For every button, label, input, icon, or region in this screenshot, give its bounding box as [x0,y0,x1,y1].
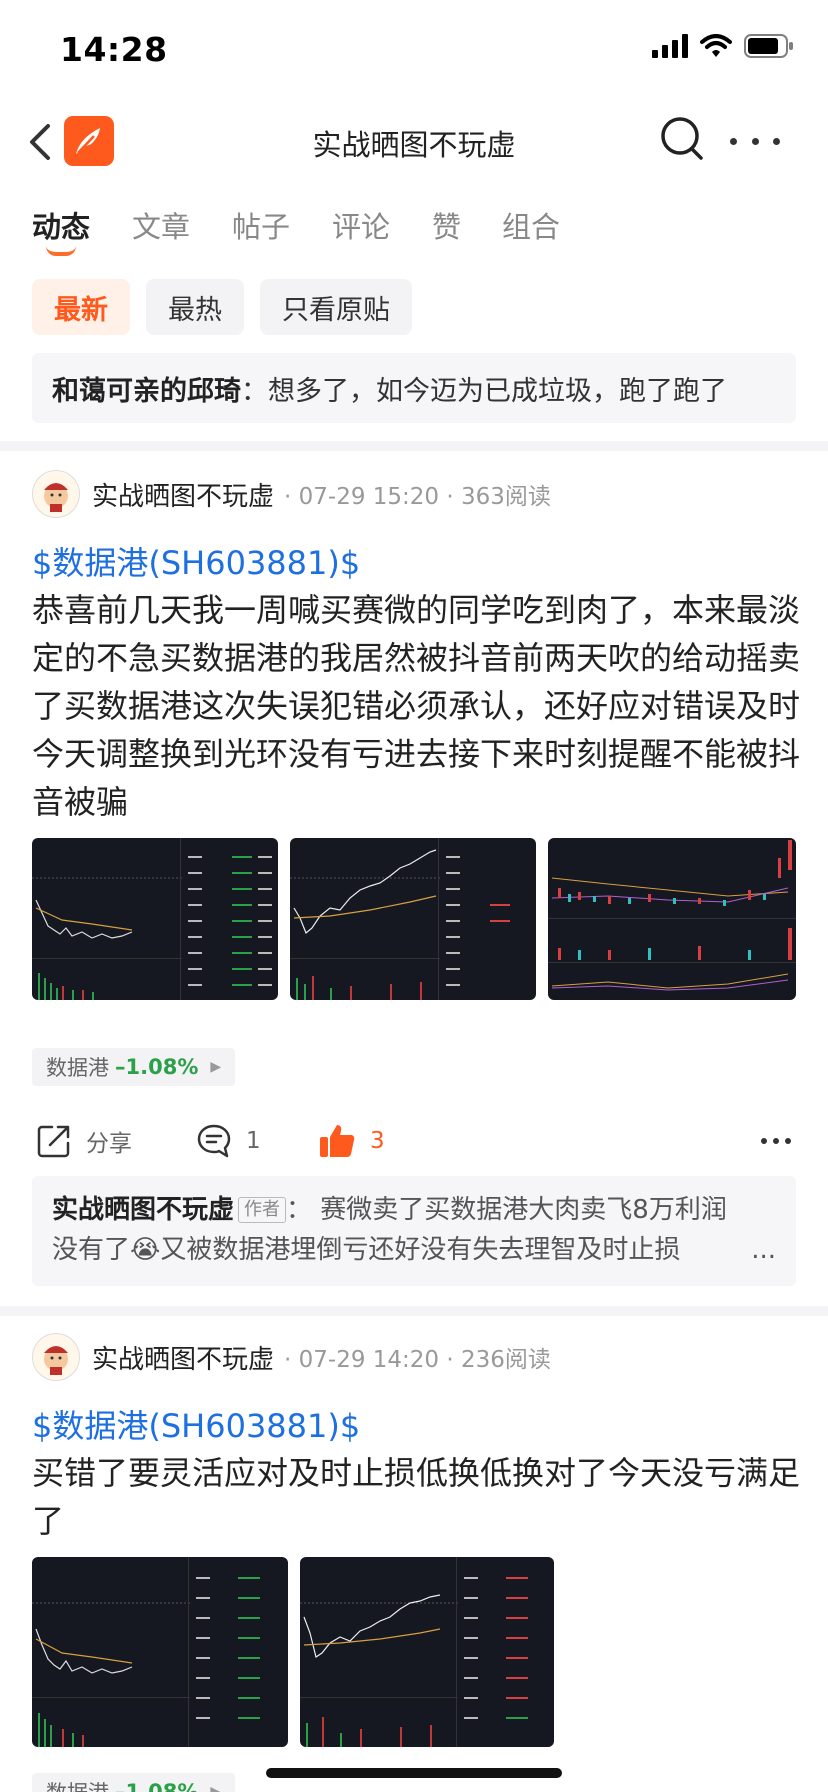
tab-likes[interactable]: 赞 [432,204,461,246]
intraday-chart-image [300,1557,528,1747]
search-icon [661,117,703,160]
stock-change: –1.08% [115,1780,199,1792]
share-button[interactable]: 分享 [36,1116,132,1166]
chart-thumbnail-intraday[interactable] [32,838,278,1000]
wifi-icon [700,34,732,57]
post-actions: 分享 1 3 [0,1116,828,1166]
more-dot-icon [751,137,759,145]
chart-thumbnail-intraday[interactable] [32,1557,288,1747]
stock-name: 数据港 [46,1777,109,1792]
reply-preview[interactable]: 实战晒图不玩虚 作者： 赛微卖了买数据港大肉卖飞8万利润 没有了😭又被数据港埋倒亏… [32,1176,796,1286]
filter-hottest[interactable]: 最热 [146,279,244,335]
search-button[interactable] [658,114,708,164]
thumbs-up-icon [320,1125,355,1157]
filter-bar: 最新 最热 只看原贴 [32,279,412,335]
status-icons [652,34,794,58]
reply-author[interactable]: 实战晒图不玩虚 [52,1195,234,1225]
intraday-chart-image [290,838,510,1000]
nav-bar: 实战晒图不玩虚 [0,96,828,188]
stock-quote-chip[interactable]: 数据港 –1.08% ▶ [32,1773,236,1792]
avatar[interactable] [32,470,80,518]
comment-author[interactable]: 和蔼可亲的邱琦 [52,376,241,407]
triangle-right-icon: ▶ [210,1784,222,1792]
like-button[interactable]: 3 [318,1116,385,1166]
reply-text-2: 没有了😭又被数据港埋倒亏还好没有失去理智及时止损 [52,1235,681,1265]
stock-name: 数据港 [46,1056,109,1080]
tab-articles[interactable]: 文章 [132,204,190,246]
post-card: 实战晒图不玩虚 · 07-29 15:20 · 363阅读 $数据港(SH603… [0,470,828,1290]
chart-thumbnail-kline[interactable] [548,838,796,1000]
more-horizontal-icon [761,1138,791,1144]
battery-icon [744,34,793,58]
reply-line-1: 实战晒图不玩虚 作者： 赛微卖了买数据港大肉卖飞8万利润 [52,1190,776,1230]
tab-posts[interactable]: 帖子 [232,204,290,246]
cellular-signal-icon [652,34,688,58]
avatar-icon [44,1346,68,1375]
post-meta: · 07-29 15:20 · 363阅读 [284,484,551,510]
tab-dynamics[interactable]: 动态 [32,204,90,246]
more-dot-icon [773,137,780,145]
comment-button[interactable]: 1 [196,1116,261,1166]
intraday-chart-image [32,838,272,1000]
chart-thumbnail-intraday-2[interactable] [290,838,536,1000]
author-badge: 作者 [238,1197,287,1223]
post-author[interactable]: 实战晒图不玩虚 [92,476,274,513]
reply-ellipsis: ... [751,1235,776,1265]
filter-latest[interactable]: 最新 [32,279,130,335]
post-card: 实战晒图不玩虚 · 07-29 14:20 · 236阅读 $数据港(SH603… [0,1333,828,1792]
post-more-button[interactable] [760,1116,792,1166]
share-icon [37,1125,70,1158]
post-body[interactable]: 恭喜前几天我一周喊买赛微的同学吃到肉了，本来最淡定的不急买数据港的我居然被抖音前… [32,586,800,826]
avatar-icon [44,483,68,512]
comment-count: 1 [246,1128,261,1154]
more-options-button[interactable] [730,126,780,156]
post-header: 实战晒图不玩虚 · 07-29 14:20 · 236阅读 [32,1333,551,1381]
stock-quote-chip[interactable]: 数据港 –1.08% ▶ [32,1048,236,1086]
comment-bubble-icon [197,1124,231,1158]
avatar[interactable] [32,1333,80,1381]
chart-thumbnail-intraday-2[interactable] [300,1557,554,1747]
intraday-chart-image [32,1557,260,1747]
filter-original-only[interactable]: 只看原贴 [260,279,412,335]
reply-text-1: ： 赛微卖了买数据港大肉卖飞8万利润 [286,1195,727,1225]
post-header: 实战晒图不玩虚 · 07-29 15:20 · 363阅读 [32,470,551,518]
tab-portfolios[interactable]: 组合 [502,204,560,246]
comment-preview[interactable]: 和蔼可亲的邱琦：想多了，如今迈为已成垃圾，跑了跑了 [32,353,796,423]
status-bar: 14:28 [0,0,828,96]
profile-tabs: 动态 文章 帖子 评论 赞 组合 [0,196,828,256]
status-time: 14:28 [60,30,168,69]
comment-text: 想多了，如今迈为已成垃圾，跑了跑了 [268,376,727,407]
comment-separator: ： [241,376,268,407]
share-label: 分享 [86,1131,132,1157]
section-divider [0,1306,828,1316]
home-indicator [266,1768,562,1778]
stock-tag-link[interactable]: $数据港(SH603881)$ [32,1401,360,1447]
triangle-right-icon: ▶ [210,1059,222,1075]
stock-change: –1.08% [115,1055,199,1079]
like-count: 3 [370,1128,385,1154]
tab-comments[interactable]: 评论 [332,204,390,246]
post-body[interactable]: 买错了要灵活应对及时止损低换低换对了今天没亏满足了 [32,1449,800,1545]
stock-tag-link[interactable]: $数据港(SH603881)$ [32,538,360,584]
kline-chart-image [548,840,796,991]
section-divider [0,441,828,451]
reply-line-2: 没有了😭又被数据港埋倒亏还好没有失去理智及时止损 ... [52,1230,776,1270]
more-dot-icon [730,137,737,145]
post-author[interactable]: 实战晒图不玩虚 [92,1339,274,1376]
post-meta: · 07-29 14:20 · 236阅读 [284,1347,551,1373]
